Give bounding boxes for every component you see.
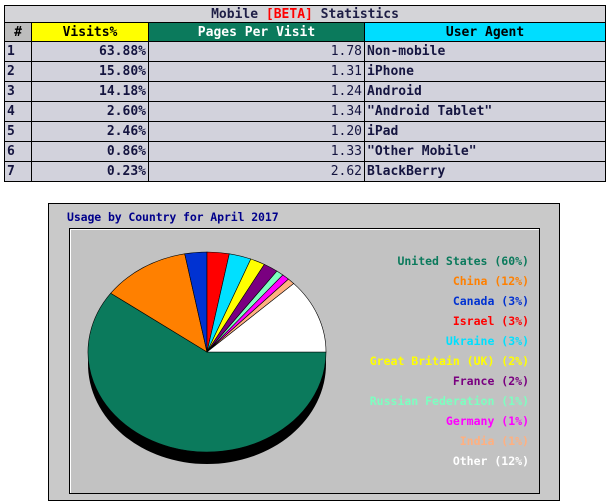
legend-item: Ukraine (3%) [445,334,529,348]
table-row: 3 14.18% 1.24 Android [4,81,607,102]
table-row: 2 15.80% 1.31 iPhone [4,61,607,82]
table-row: 4 2.60% 1.34 "Android Tablet" [4,101,607,122]
row-pages-per-visit: 1.20 [148,121,365,142]
table-row: 5 2.46% 1.20 iPad [4,121,607,142]
table-title-row: Mobile [BETA] Statistics [3,5,607,23]
row-number: 2 [4,61,32,82]
table-title-suffix: Statistics [312,6,399,22]
table-title: Mobile [BETA] Statistics [3,5,607,23]
row-user-agent: BlackBerry [363,161,607,182]
country-usage-chart-panel: Usage by Country for April 2017 United S… [48,203,560,501]
row-pages-per-visit: 2.62 [148,161,365,182]
legend-item: India (1%) [459,434,529,448]
header-visits-percent[interactable]: Visits% [31,22,149,42]
row-user-agent: "Android Tablet" [363,101,607,122]
row-pages-per-visit: 1.78 [148,41,365,62]
row-user-agent: iPad [363,121,607,142]
table-title-prefix: Mobile [211,6,266,22]
legend-item: China (12%) [452,274,529,288]
table-row: 1 63.88% 1.78 Non-mobile [4,41,607,62]
row-number: 3 [4,81,32,102]
row-number: 4 [4,101,32,122]
row-pages-per-visit: 1.33 [148,141,365,162]
row-user-agent: iPhone [363,61,607,82]
table-header-row: # Visits% Pages Per Visit User Agent [4,22,607,42]
header-user-agent[interactable]: User Agent [363,22,607,42]
legend-item: France (2%) [452,374,529,388]
chart-legend: United States (60%) China (12%) Canada (3%… [370,251,529,471]
legend-item: Germany (1%) [445,414,529,428]
legend-item: Other (12%) [452,454,529,468]
row-visits-percent: 15.80% [31,61,149,82]
row-visits-percent: 2.60% [31,101,149,122]
row-number: 7 [4,161,32,182]
header-pages-per-visit[interactable]: Pages Per Visit [148,22,365,42]
chart-plot-area: United States (60%) China (12%) Canada (3%… [69,228,540,494]
mobile-statistics-table: Mobile [BETA] Statistics # Visits% Pages… [3,5,607,182]
row-number: 6 [4,141,32,162]
chart-title: Usage by Country for April 2017 [67,210,279,224]
legend-item: Israel (3%) [452,314,529,328]
row-number: 1 [4,41,32,62]
legend-item: United States (60%) [397,254,529,268]
legend-item: Canada (3%) [452,294,529,308]
row-number: 5 [4,121,32,142]
table-body: 1 63.88% 1.78 Non-mobile 2 15.80% 1.31 iPhone 3 1… [4,41,607,182]
row-pages-per-visit: 1.34 [148,101,365,122]
row-visits-percent: 2.46% [31,121,149,142]
beta-label: [BETA] [265,6,313,22]
table-row: 6 0.86% 1.33 "Other Mobile" [4,141,607,162]
row-user-agent: "Other Mobile" [363,141,607,162]
legend-item: Great Britain (UK) (2%) [369,354,529,368]
header-number[interactable]: # [4,22,32,42]
row-visits-percent: 0.86% [31,141,149,162]
legend-item: Russian Federation (1%) [369,394,529,408]
row-visits-percent: 0.23% [31,161,149,182]
row-user-agent: Non-mobile [363,41,607,62]
row-user-agent: Android [363,81,607,102]
row-visits-percent: 63.88% [31,41,149,62]
row-visits-percent: 14.18% [31,81,149,102]
table-row: 7 0.23% 2.62 BlackBerry [4,161,607,182]
row-pages-per-visit: 1.24 [148,81,365,102]
row-pages-per-visit: 1.31 [148,61,365,82]
